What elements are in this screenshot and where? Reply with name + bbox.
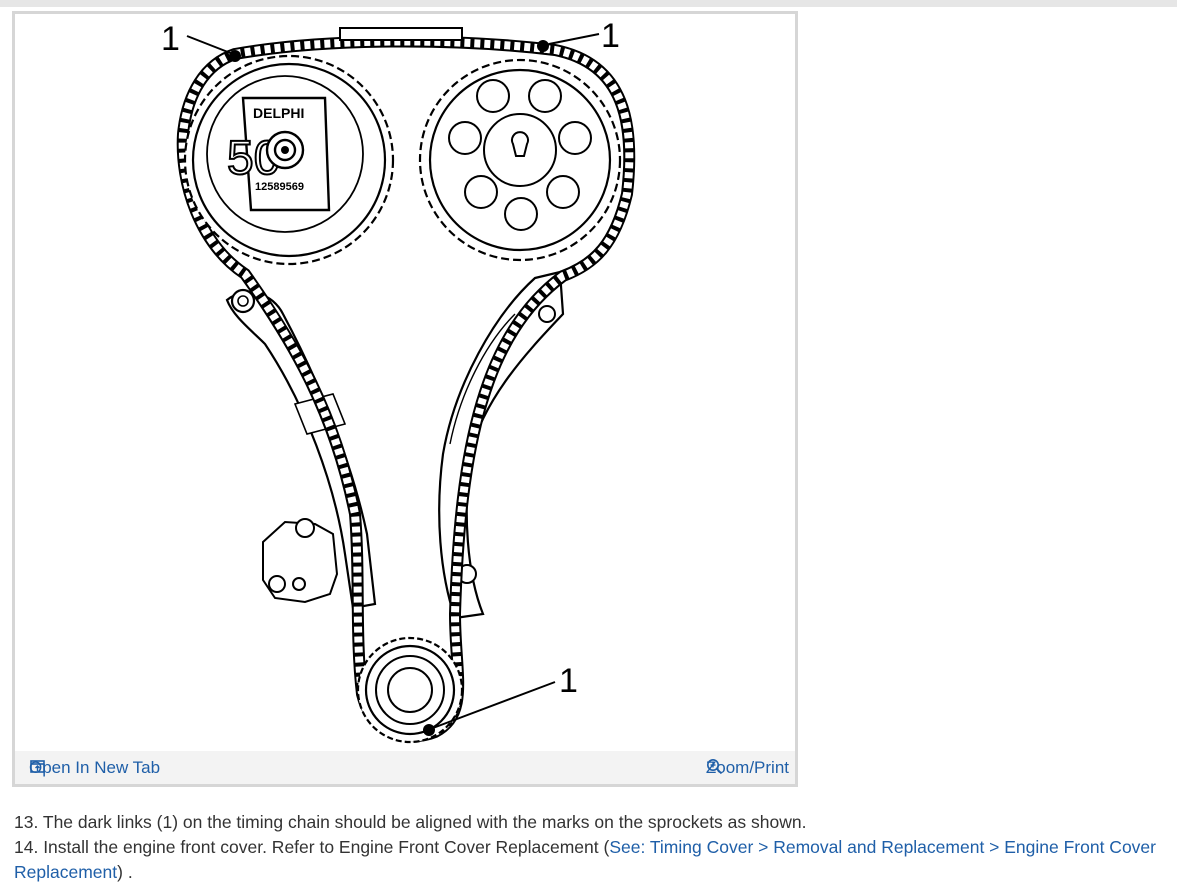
sprocket-part-number: 12589569 [255, 181, 304, 193]
figure-toolbar: Open In New Tab Zoom/Print [15, 751, 795, 784]
callout-number: 1 [559, 662, 578, 700]
tensioner-bracket [262, 518, 339, 604]
dark-link [229, 50, 241, 62]
step-13: 13. The dark links (1) on the timing cha… [14, 812, 807, 832]
callout-line [186, 35, 234, 55]
step-14-suffix: ) . [117, 862, 133, 882]
open-new-tab-link[interactable]: Open In New Tab [29, 758, 160, 778]
dark-link [423, 724, 435, 736]
open-new-tab-label: Open In New Tab [29, 758, 161, 777]
step-14: 14. Install the engine front cover. Refe… [14, 835, 1164, 885]
timing-chain-diagram: DELPHI 50 12589569 1 1 1 [161, 17, 636, 744]
callout-number: 1 [601, 17, 620, 55]
callout-number: 1 [161, 20, 180, 58]
exhaust-cam-sprocket [418, 58, 622, 262]
procedure-steps: 13. The dark links (1) on the timing cha… [14, 810, 1164, 885]
upper-chain-guide [339, 27, 463, 41]
dark-link [537, 40, 549, 52]
intake-cam-sprocket: DELPHI 50 12589569 [183, 54, 395, 266]
step-14-text: 14. Install the engine front cover. Refe… [14, 837, 610, 857]
zoom-in-icon [706, 759, 722, 775]
top-strip [0, 0, 1177, 7]
timing-chain-figure: DELPHI 50 12589569 1 1 1 Open In New Tab… [12, 11, 798, 787]
sprocket-brand: DELPHI [253, 105, 304, 121]
callout-line [548, 33, 600, 45]
zoom-print-link[interactable]: Zoom/Print [706, 758, 789, 778]
crankshaft-sprocket [356, 636, 464, 744]
open-new-tab-icon [30, 760, 45, 773]
